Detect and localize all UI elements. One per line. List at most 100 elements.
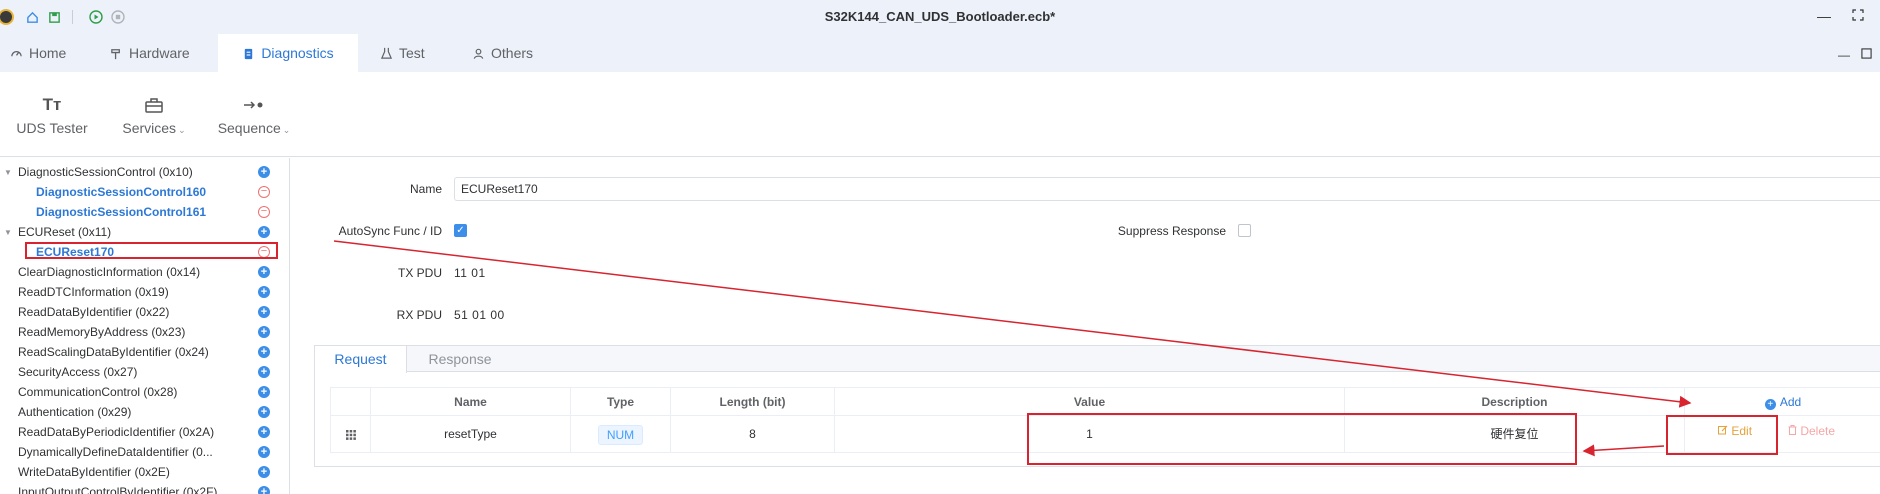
annotation-edit-box — [1666, 415, 1778, 455]
add-icon[interactable]: + — [258, 406, 270, 418]
tab-home[interactable]: Home — [0, 34, 80, 72]
tree-item-label: ReadMemoryByAddress (0x23) — [18, 325, 186, 339]
clipboard-icon — [245, 48, 253, 59]
tree-item-label: DiagnosticSessionControl (0x10) — [18, 165, 193, 179]
tree-item-label: ReadDataByIdentifier (0x22) — [18, 305, 170, 319]
add-icon[interactable]: + — [258, 346, 270, 358]
window-title: S32K144_CAN_UDS_Bootloader.ecb* — [824, 9, 1056, 24]
tree-item[interactable]: ReadScalingDataByIdentifier (0x24) + — [0, 342, 289, 362]
services-label: Services — [122, 120, 177, 136]
add-icon[interactable]: + — [258, 166, 270, 178]
remove-icon[interactable]: − — [258, 186, 270, 198]
name-label: Name — [409, 182, 442, 196]
add-icon[interactable]: + — [258, 386, 270, 398]
tree-item-label: DynamicallyDefineDataIdentifier (0... — [18, 445, 213, 459]
add-row-label: Add — [1779, 395, 1802, 409]
drag-column-header — [331, 388, 371, 416]
text-size-icon: Tт — [42, 95, 62, 114]
add-icon[interactable]: + — [258, 466, 270, 478]
add-icon[interactable]: + — [258, 306, 270, 318]
trash-icon — [1788, 425, 1797, 435]
tree-item[interactable]: ClearDiagnosticInformation (0x14) + — [0, 262, 289, 282]
add-circle-icon: + — [1764, 399, 1776, 410]
services-dropdown[interactable]: Services ⌄ — [116, 94, 192, 136]
user-icon — [473, 48, 484, 59]
ribbon-toolbar: Tт UDS Tester Services ⌄ Sequence ⌄ — [0, 72, 1880, 157]
tree-item-label: DiagnosticSessionControl160 — [36, 185, 207, 199]
uds-tester-label: UDS Tester — [16, 120, 88, 136]
add-icon[interactable]: + — [258, 226, 270, 238]
tree-item[interactable]: ReadDTCInformation (0x19) + — [0, 282, 289, 302]
expand-panel-button[interactable] — [1861, 48, 1872, 62]
tab-hardware[interactable]: Hardware — [100, 34, 200, 72]
main-tab-bar: Home Hardware Diagnostics Test Others — [0, 34, 1880, 72]
tab-test[interactable]: Test — [370, 34, 450, 72]
hammer-icon — [111, 48, 120, 59]
tab-diagnostics[interactable]: Diagnostics — [218, 34, 358, 72]
add-icon[interactable]: + — [258, 426, 270, 438]
row-length-cell: 8 — [671, 416, 835, 453]
uds-tester-button[interactable]: Tт UDS Tester — [14, 94, 90, 136]
tree-item[interactable]: ▼ DiagnosticSessionControl (0x10) + — [0, 162, 289, 182]
tree-item[interactable]: InputOutputControlByIdentifier (0x2F) + — [0, 482, 289, 494]
add-icon[interactable]: + — [258, 446, 270, 458]
add-icon[interactable]: + — [258, 326, 270, 338]
arrow-right-dot-icon — [214, 94, 294, 116]
chevron-down-icon: ⌄ — [178, 125, 186, 135]
tree-item-label: InputOutputControlByIdentifier (0x2F) — [18, 485, 218, 494]
maximize-window-button[interactable] — [1850, 8, 1866, 24]
rx-pdu-label: RX PDU — [396, 308, 442, 322]
remove-icon[interactable]: − — [258, 206, 270, 218]
tree-item[interactable]: Authentication (0x29) + — [0, 402, 289, 422]
tab-others[interactable]: Others — [462, 34, 552, 72]
expand-arrow-icon[interactable]: ▼ — [4, 228, 12, 237]
tree-item-label: ReadDTCInformation (0x19) — [18, 285, 169, 299]
tree-item[interactable]: CommunicationControl (0x28) + — [0, 382, 289, 402]
sequence-dropdown[interactable]: Sequence ⌄ — [214, 94, 294, 136]
tree-item[interactable]: WriteDataByIdentifier (0x2E) + — [0, 462, 289, 482]
add-row-button[interactable]: + Add — [1685, 388, 1880, 416]
tree-item-label: WriteDataByIdentifier (0x2E) — [18, 465, 170, 479]
drag-handle-icon[interactable] — [331, 416, 371, 453]
annotation-value-box — [1027, 413, 1577, 465]
title-bar: S32K144_CAN_UDS_Bootloader.ecb* — — [0, 0, 1880, 34]
annotation-highlight-box — [25, 242, 278, 259]
add-icon[interactable]: + — [258, 266, 270, 278]
flask-icon — [380, 47, 393, 59]
column-header-description: Description — [1345, 388, 1685, 416]
tree-item[interactable]: ▼ ECUReset (0x11) + — [0, 222, 289, 242]
chevron-down-icon: ⌄ — [282, 125, 291, 135]
tab-response[interactable]: Response — [407, 346, 513, 372]
add-icon[interactable]: + — [258, 286, 270, 298]
delete-button[interactable]: Delete — [1788, 424, 1835, 438]
tree-item[interactable]: ReadDataByIdentifier (0x22) + — [0, 302, 289, 322]
tx-pdu-value: 11 01 — [454, 266, 486, 280]
column-header-length: Length (bit) — [671, 388, 835, 416]
minimize-window-button[interactable]: — — [1816, 8, 1832, 24]
tab-diagnostics-label: Diagnostics — [261, 45, 334, 61]
tree-item-label: CommunicationControl (0x28) — [18, 385, 178, 399]
gauge-icon — [11, 50, 22, 56]
tab-request[interactable]: Request — [315, 346, 407, 373]
suppress-response-checkbox[interactable] — [1238, 224, 1251, 237]
column-header-name: Name — [371, 388, 571, 416]
rx-pdu-value: 51 01 00 — [454, 308, 505, 322]
column-header-type: Type — [571, 388, 671, 416]
tree-item[interactable]: SecurityAccess (0x27) + — [0, 362, 289, 382]
tree-item-label: ReadDataByPeriodicIdentifier (0x2A) — [18, 425, 215, 439]
collapse-panel-button[interactable]: — — [1838, 48, 1850, 62]
tree-item[interactable]: DynamicallyDefineDataIdentifier (0... + — [0, 442, 289, 462]
tree-item[interactable]: ReadMemoryByAddress (0x23) + — [0, 322, 289, 342]
tab-others-label: Others — [491, 45, 534, 61]
tree-item-label: ECUReset (0x11) — [18, 225, 112, 239]
add-icon[interactable]: + — [258, 366, 270, 378]
tab-home-label: Home — [29, 45, 67, 61]
tree-item[interactable]: ReadDataByPeriodicIdentifier (0x2A) + — [0, 422, 289, 442]
autosync-checkbox[interactable]: ✓ — [454, 224, 467, 237]
tree-item[interactable]: DiagnosticSessionControl160 − — [0, 182, 289, 202]
name-input[interactable]: ECUReset170 — [454, 177, 1880, 201]
tree-item[interactable]: DiagnosticSessionControl161 − — [0, 202, 289, 222]
expand-arrow-icon[interactable]: ▼ — [4, 168, 12, 177]
add-icon[interactable]: + — [258, 486, 270, 494]
suppress-response-label: Suppress Response — [1117, 224, 1226, 238]
